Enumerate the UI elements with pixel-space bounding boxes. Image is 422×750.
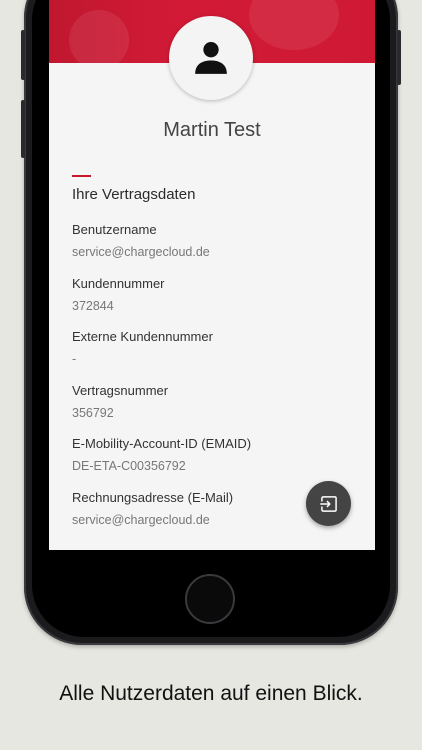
field-label: Vertragsnummer	[72, 383, 169, 398]
logout-button[interactable]	[306, 481, 351, 526]
field-external-customer-number: Externe Kundennummer -	[72, 329, 213, 367]
section-accent-line	[72, 175, 91, 177]
field-label: Kundennummer	[72, 276, 165, 291]
field-label: E-Mobility-Account-ID (EMAID)	[72, 436, 252, 451]
profile-name: Martin Test	[163, 119, 261, 141]
field-value: 356792	[72, 406, 114, 420]
field-label: Benutzername	[72, 222, 157, 237]
field-billing-email: Rechnungsadresse (E-Mail) service@charge…	[72, 490, 233, 528]
app-screen: Martin Test Ihre Vertragsdaten Benutzern…	[49, 0, 375, 550]
field-emaid: E-Mobility-Account-ID (EMAID) DE-ETA-C00…	[72, 436, 251, 474]
field-value: DE-ETA-C00356792	[72, 459, 186, 473]
field-label: Externe Kundennummer	[72, 329, 213, 344]
field-contract-number: Vertragsnummer 356792	[72, 383, 168, 421]
marketing-caption: Alle Nutzerdaten auf einen Blick.	[59, 682, 363, 705]
field-customer-number: Kundennummer 372844	[72, 276, 165, 314]
field-value: 372844	[72, 299, 114, 313]
field-value: service@chargecloud.de	[72, 245, 210, 259]
phone-home-button	[185, 574, 235, 624]
phone-side-button	[21, 100, 25, 158]
field-label: Rechnungsadresse (E-Mail)	[72, 490, 234, 505]
avatar	[169, 16, 253, 100]
field-username: Benutzername service@chargecloud.de	[72, 222, 210, 260]
phone-side-button	[397, 30, 401, 85]
logout-icon	[318, 495, 337, 512]
field-value: -	[72, 352, 77, 366]
field-value: service@chargecloud.de	[72, 513, 210, 527]
person-icon	[195, 42, 227, 74]
section-title: Ihre Vertragsdaten	[72, 186, 196, 203]
phone-side-button	[21, 30, 25, 80]
